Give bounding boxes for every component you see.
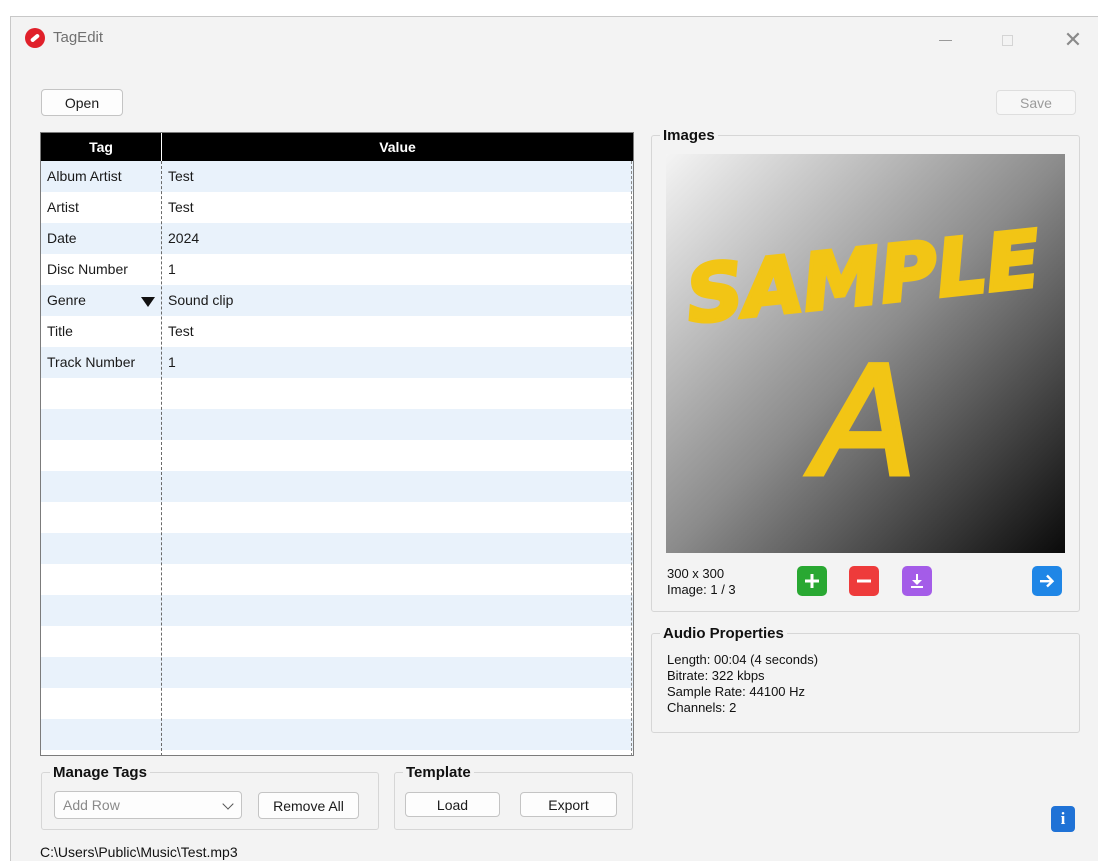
value-cell[interactable]: Sound clip	[168, 285, 233, 316]
tag-cell[interactable]: Album Artist	[47, 161, 122, 192]
table-row[interactable]: Album Artist Test	[41, 161, 633, 192]
tag-cell[interactable]: Disc Number	[47, 254, 128, 285]
value-cell[interactable]: Test	[168, 192, 194, 223]
table-row[interactable]: Artist Test	[41, 192, 633, 223]
download-image-button[interactable]	[902, 566, 932, 596]
image-info: 300 x 300 Image: 1 / 3	[667, 566, 736, 598]
empty-row	[41, 502, 633, 533]
close-icon: ✕	[1063, 27, 1083, 52]
arrow-right-icon	[1040, 574, 1055, 588]
genre-dropdown-icon[interactable]	[141, 297, 155, 307]
info-icon: i	[1060, 809, 1066, 828]
tag-cell[interactable]: Title	[47, 316, 73, 347]
sample-artwork: SAMPLE A	[680, 213, 1046, 513]
empty-row	[41, 440, 633, 471]
images-group: Images SAMPLE A 300 x 300 Image: 1 / 3	[651, 127, 1080, 612]
empty-row	[41, 564, 633, 595]
cover-art-image: SAMPLE A	[666, 154, 1065, 553]
empty-row	[41, 533, 633, 564]
info-button[interactable]: i	[1051, 806, 1075, 832]
audio-channels: Channels: 2	[667, 700, 737, 715]
add-row-select[interactable]: Add Row	[54, 791, 242, 819]
table-header: Tag Value	[41, 133, 633, 161]
save-button[interactable]: Save	[996, 90, 1076, 115]
empty-row	[41, 409, 633, 440]
minimize-icon	[938, 39, 952, 41]
table-right-border	[631, 161, 632, 755]
table-row[interactable]: Disc Number 1	[41, 254, 633, 285]
artwork-text-top: SAMPLE	[682, 215, 1044, 342]
add-row-placeholder: Add Row	[63, 797, 120, 813]
tag-cell[interactable]: Artist	[47, 192, 79, 223]
column-header-value[interactable]: Value	[162, 133, 633, 161]
column-divider	[161, 161, 162, 755]
audio-length: Length: 00:04 (4 seconds)	[667, 652, 819, 667]
empty-row	[41, 471, 633, 502]
table-row[interactable]: Track Number 1	[41, 347, 633, 378]
remove-all-button[interactable]: Remove All	[258, 792, 359, 819]
tag-cell[interactable]: Date	[47, 223, 77, 254]
empty-row	[41, 657, 633, 688]
empty-row	[41, 378, 633, 409]
tag-table: Tag Value Album Artist Test Artist Test …	[40, 132, 634, 756]
open-button[interactable]: Open	[41, 89, 123, 116]
table-row[interactable]: Date 2024	[41, 223, 633, 254]
tag-cell[interactable]: Genre	[47, 285, 86, 316]
value-cell[interactable]: 2024	[168, 223, 199, 254]
image-index: Image: 1 / 3	[667, 582, 736, 597]
value-cell[interactable]: Test	[168, 161, 194, 192]
empty-row	[41, 595, 633, 626]
tag-cell[interactable]: Track Number	[47, 347, 135, 378]
maximize-button[interactable]	[987, 25, 1027, 55]
download-icon	[911, 574, 923, 588]
artwork-text-bottom: A	[807, 336, 918, 510]
app-window: TagEdit ✕ Open Save Tag Value Album Arti…	[10, 16, 1098, 861]
empty-row	[41, 719, 633, 750]
column-header-tag[interactable]: Tag	[41, 133, 161, 161]
maximize-icon	[1001, 34, 1013, 46]
table-row[interactable]: Genre Sound clip	[41, 285, 633, 316]
empty-row	[41, 626, 633, 657]
empty-row	[41, 750, 633, 755]
window-title: TagEdit	[53, 29, 104, 46]
template-label: Template	[403, 764, 474, 781]
empty-row	[41, 688, 633, 719]
image-resolution: 300 x 300	[667, 566, 725, 581]
minus-icon	[857, 579, 871, 583]
export-template-button[interactable]: Export	[520, 792, 617, 817]
manage-tags-label: Manage Tags	[50, 764, 150, 781]
plus-icon	[805, 574, 819, 588]
next-image-button[interactable]	[1032, 566, 1062, 596]
minimize-button[interactable]	[925, 25, 965, 55]
file-path-status: C:\Users\Public\Music\Test.mp3	[40, 844, 238, 860]
table-row[interactable]: Title Test	[41, 316, 633, 347]
audio-sample-rate: Sample Rate: 44100 Hz	[667, 684, 806, 699]
audio-properties-label: Audio Properties	[660, 625, 787, 642]
close-button[interactable]: ✕	[1053, 25, 1093, 55]
table-body: Album Artist Test Artist Test Date 2024 …	[41, 161, 633, 755]
add-image-button[interactable]	[797, 566, 827, 596]
images-label: Images	[660, 127, 718, 144]
load-template-button[interactable]: Load	[405, 792, 500, 817]
app-logo-icon	[25, 28, 45, 48]
audio-properties-group: Audio Properties Length: 00:04 (4 second…	[651, 625, 1080, 733]
audio-bitrate: Bitrate: 322 kbps	[667, 668, 765, 683]
value-cell[interactable]: 1	[168, 347, 176, 378]
title-bar: TagEdit ✕	[11, 17, 1098, 61]
remove-image-button[interactable]	[849, 566, 879, 596]
value-cell[interactable]: Test	[168, 316, 194, 347]
chevron-down-icon	[222, 798, 234, 810]
value-cell[interactable]: 1	[168, 254, 176, 285]
